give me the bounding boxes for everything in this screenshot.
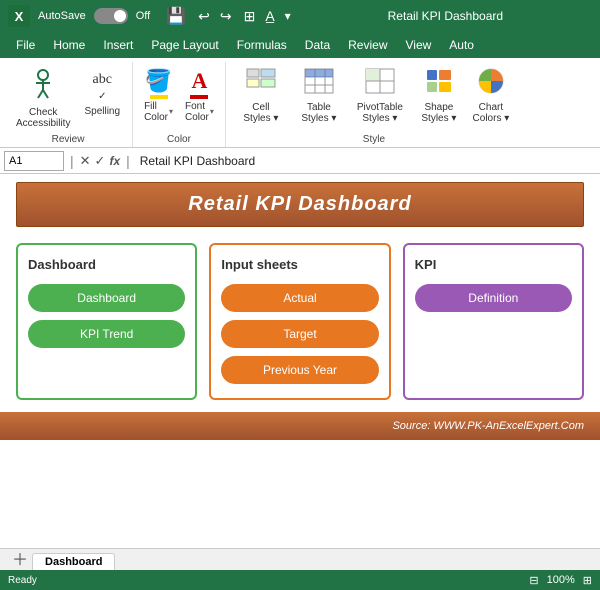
ribbon-group-style: CellStyles ▾ TableStyles ▾	[226, 62, 522, 147]
formula-separator: |	[68, 153, 76, 169]
zoom-level: 100%	[547, 574, 575, 586]
status-text: Ready	[8, 575, 37, 586]
sheet-tabs: ＋ Dashboard	[0, 548, 600, 570]
table-styles-button[interactable]: TableStyles ▾	[292, 66, 346, 126]
table-styles-label: TableStyles ▾	[301, 102, 336, 124]
dashboard-header: Retail KPI Dashboard	[16, 182, 584, 227]
spelling-button[interactable]: abc✓ Spelling	[80, 66, 124, 119]
pivottable-styles-label: PivotTableStyles ▾	[357, 102, 403, 124]
color-group-label: Color	[167, 132, 191, 145]
accessibility-icon	[29, 68, 57, 105]
review-group-label: Review	[52, 132, 85, 145]
fill-color-icon: 🪣	[145, 68, 172, 94]
btn-definition[interactable]: Definition	[415, 284, 572, 312]
ribbon-group-review: CheckAccessibility abc✓ Spelling Review	[4, 62, 133, 147]
btn-previous-year[interactable]: Previous Year	[221, 356, 378, 384]
toggle-knob	[114, 10, 126, 22]
formula-bar: A1 | ✕ ✓ fx | Retail KPI Dashboard	[0, 148, 600, 174]
font-color-icon: A	[192, 68, 208, 94]
excel-logo: X	[8, 5, 30, 27]
pivottable-styles-button[interactable]: PivotTableStyles ▾	[350, 66, 410, 126]
menu-data[interactable]: Data	[297, 35, 338, 55]
kpi-card: KPI Definition	[403, 243, 584, 400]
menu-home[interactable]: Home	[45, 35, 93, 55]
ribbon-group-color: 🪣 FillColor ▾ A FontColor ▾ Color	[133, 62, 226, 147]
fill-color-dropdown[interactable]: ▾	[169, 107, 173, 116]
formula-sep2: |	[124, 153, 132, 169]
btn-dashboard[interactable]: Dashboard	[28, 284, 185, 312]
add-sheet-button[interactable]: ＋	[8, 546, 32, 570]
font-color-button[interactable]: A FontColor ▾	[182, 66, 217, 125]
fill-color-button[interactable]: 🪣 FillColor ▾	[141, 66, 176, 125]
menu-insert[interactable]: Insert	[95, 35, 141, 55]
table-styles-icon	[304, 68, 334, 100]
chart-colors-label: ChartColors ▾	[473, 102, 510, 124]
check-accessibility-label: CheckAccessibility	[16, 107, 70, 129]
menu-page-layout[interactable]: Page Layout	[143, 35, 226, 55]
dashboard-card: Dashboard Dashboard KPI Trend	[16, 243, 197, 400]
spelling-label: Spelling	[84, 106, 120, 117]
zoom-normal-icon[interactable]: ⊟	[529, 574, 538, 587]
sheet-tab-dashboard[interactable]: Dashboard	[32, 553, 115, 570]
shape-styles-button[interactable]: ShapeStyles ▾	[414, 66, 464, 126]
menu-file[interactable]: File	[8, 35, 43, 55]
shape-styles-label: ShapeStyles ▾	[421, 102, 456, 124]
input-sheets-card-buttons: Actual Target Previous Year	[221, 284, 378, 384]
menu-formulas[interactable]: Formulas	[229, 35, 295, 55]
style-group-label: Style	[363, 132, 385, 145]
shape-styles-icon	[425, 68, 453, 100]
btn-actual[interactable]: Actual	[221, 284, 378, 312]
toggle-state-label: Off	[136, 10, 150, 22]
spreadsheet-area: Retail KPI Dashboard Dashboard Dashboard…	[0, 174, 600, 548]
fill-color-label: FillColor	[144, 101, 168, 123]
status-bar: Ready ⊟ 100% ⊞	[0, 570, 600, 590]
cell-styles-icon	[246, 68, 276, 100]
cell-styles-label: CellStyles ▾	[243, 102, 278, 124]
zoom-plus-icon[interactable]: ⊞	[583, 574, 592, 587]
confirm-formula-icon[interactable]: ✓	[95, 153, 106, 169]
window-title: Retail KPI Dashboard	[299, 9, 592, 23]
input-sheets-card: Input sheets Actual Target Previous Year	[209, 243, 390, 400]
chart-colors-button[interactable]: ChartColors ▾	[468, 66, 514, 126]
save-icon[interactable]: 💾	[166, 6, 186, 26]
fx-label: fx	[109, 154, 120, 168]
btn-target[interactable]: Target	[221, 320, 378, 348]
cell-styles-button[interactable]: CellStyles ▾	[234, 66, 288, 126]
menu-review[interactable]: Review	[340, 35, 395, 55]
grid-icon[interactable]: ⊞	[244, 8, 256, 25]
dashboard-title: Retail KPI Dashboard	[27, 193, 573, 216]
dashboard-card-title: Dashboard	[28, 257, 185, 272]
cancel-formula-icon[interactable]: ✕	[80, 153, 91, 169]
kpi-card-buttons: Definition	[415, 284, 572, 312]
spelling-icon: abc✓	[93, 68, 112, 104]
title-bar: X AutoSave Off 💾 ↩ ↪ ⊞ A̲ ▾ Retail KPI D…	[0, 0, 600, 32]
footer-bar: Source: WWW.PK-AnExcelExpert.Com	[0, 412, 600, 440]
underline-icon[interactable]: A̲	[265, 8, 274, 24]
font-color-label: FontColor	[185, 101, 209, 123]
footer-text: Source: WWW.PK-AnExcelExpert.Com	[392, 420, 584, 432]
formula-icons: ✕ ✓	[80, 153, 106, 169]
redo-icon[interactable]: ↪	[220, 8, 232, 25]
kpi-card-title: KPI	[415, 257, 572, 272]
ribbon: CheckAccessibility abc✓ Spelling Review …	[0, 58, 600, 148]
menu-view[interactable]: View	[398, 35, 440, 55]
name-box[interactable]: A1	[4, 151, 64, 171]
sheet-content: Retail KPI Dashboard Dashboard Dashboard…	[0, 174, 600, 590]
dashboard-card-buttons: Dashboard KPI Trend	[28, 284, 185, 348]
check-accessibility-button[interactable]: CheckAccessibility	[12, 66, 74, 131]
formula-content: Retail KPI Dashboard	[136, 154, 596, 168]
dropdown-arrow-icon[interactable]: ▾	[285, 9, 291, 23]
input-sheets-card-title: Input sheets	[221, 257, 378, 272]
chart-colors-icon	[478, 68, 504, 100]
undo-icon[interactable]: ↩	[198, 8, 210, 25]
pivottable-styles-icon	[365, 68, 395, 100]
autosave-label: AutoSave	[38, 10, 86, 22]
menu-auto[interactable]: Auto	[441, 35, 482, 55]
font-color-dropdown[interactable]: ▾	[210, 107, 214, 116]
btn-kpi-trend[interactable]: KPI Trend	[28, 320, 185, 348]
autosave-toggle[interactable]	[94, 8, 128, 24]
menu-bar: File Home Insert Page Layout Formulas Da…	[0, 32, 600, 58]
cards-container: Dashboard Dashboard KPI Trend Input shee…	[16, 243, 584, 400]
